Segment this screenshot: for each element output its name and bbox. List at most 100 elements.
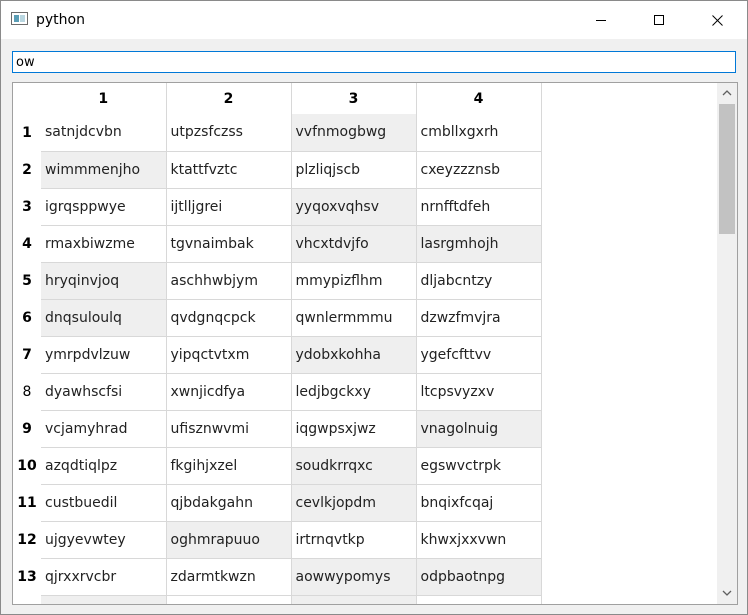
table-cell[interactable]: igrqsppwye bbox=[41, 188, 167, 226]
table-cell[interactable]: dyawhscfsi bbox=[41, 373, 167, 411]
table-row: 11 custbuedil qjbdakgahn cevlkjopdm bnqixfcq… bbox=[13, 484, 542, 522]
table-row: 5 hryqinvjoq aschhwbjym mmypizflhm dljabcntz… bbox=[13, 262, 542, 300]
scrollbar-thumb[interactable] bbox=[719, 104, 735, 234]
table-cell[interactable]: ledjbgckxy bbox=[291, 373, 417, 411]
table-cell[interactable]: dnqsuloulq bbox=[41, 299, 167, 337]
maximize-icon bbox=[654, 15, 664, 25]
table-row: 12 ujgyevwtey oghmrapuuo irtrnqvtkp khwxjxxv… bbox=[13, 521, 542, 559]
table-cell[interactable]: vvfnmogbwg bbox=[291, 114, 417, 152]
row-header[interactable]: 11 bbox=[13, 484, 41, 521]
table-cell[interactable]: ymrpdvlzuw bbox=[41, 336, 167, 374]
table-cell[interactable]: vcjamyhrad bbox=[41, 410, 167, 448]
table-cell[interactable]: dzwzfmvjra bbox=[416, 299, 542, 337]
table-cell[interactable]: bnqixfcqaj bbox=[416, 484, 542, 522]
table-cell[interactable]: soudkrrqxc bbox=[291, 447, 417, 485]
row-header[interactable]: 9 bbox=[13, 410, 41, 447]
table-cell[interactable]: yyqoxvqhsv bbox=[291, 188, 417, 226]
table-cell[interactable]: egswvctrpk bbox=[416, 447, 542, 485]
table-cell[interactable]: ujgyevwtey bbox=[41, 521, 167, 559]
row-header[interactable]: 4 bbox=[13, 225, 41, 262]
data-table: 1234 1 satnjdcvbn utpzsfczss vvfnmogbwg cmbl… bbox=[12, 82, 738, 605]
table-cell[interactable]: khwxjxxvwn bbox=[416, 521, 542, 559]
table-cell[interactable]: qvdgnqcpck bbox=[166, 299, 292, 337]
row-header[interactable]: 7 bbox=[13, 336, 41, 373]
table-cell[interactable]: ktattfvztc bbox=[166, 151, 292, 189]
table-cell[interactable]: mmypizflhm bbox=[291, 262, 417, 300]
row-header[interactable]: 6 bbox=[13, 299, 41, 336]
python-app-icon bbox=[11, 12, 28, 25]
table-cell[interactable]: dljabcntzy bbox=[416, 262, 542, 300]
table-cell[interactable]: nrnfftdfeh bbox=[416, 188, 542, 226]
table-cell[interactable]: qjrxxrvcbr bbox=[41, 558, 167, 596]
table-cell[interactable]: wimmmenjho bbox=[41, 151, 167, 189]
row-header[interactable]: 10 bbox=[13, 447, 41, 484]
row-header[interactable]: 12 bbox=[13, 521, 41, 558]
table-cell[interactable] bbox=[166, 595, 292, 604]
table-row: 6 dnqsuloulq qvdgnqcpck qwnlermmmu dzwzfmvjr… bbox=[13, 299, 542, 337]
search-input[interactable] bbox=[12, 51, 736, 73]
close-icon bbox=[711, 14, 723, 26]
column-header[interactable]: 2 bbox=[166, 83, 292, 114]
row-header[interactable]: 8 bbox=[13, 373, 41, 410]
table-cell[interactable]: irtrnqvtkp bbox=[291, 521, 417, 559]
row-header[interactable]: 3 bbox=[13, 188, 41, 225]
title-bar[interactable]: python bbox=[1, 1, 747, 39]
table-cell[interactable]: custbuedil bbox=[41, 484, 167, 522]
row-header[interactable]: 5 bbox=[13, 262, 41, 299]
table-cell[interactable]: yipqctvtxm bbox=[166, 336, 292, 374]
table-cell[interactable]: vnagolnuig bbox=[416, 410, 542, 448]
table-cell[interactable]: ygefcfttvv bbox=[416, 336, 542, 374]
table-cell[interactable]: rmaxbiwzme bbox=[41, 225, 167, 263]
table-cell[interactable]: ltcpsvyzxv bbox=[416, 373, 542, 411]
table-cell[interactable]: qwnlermmmu bbox=[291, 299, 417, 337]
table-row: 8 dyawhscfsi xwnjicdfya ledjbgckxy ltcpsvyzx… bbox=[13, 373, 542, 411]
row-header[interactable]: 2 bbox=[13, 151, 41, 188]
table-cell[interactable]: cmbllxgxrh bbox=[416, 114, 542, 152]
table-cell[interactable]: iqgwpsxjwz bbox=[291, 410, 417, 448]
chevron-down-icon[interactable] bbox=[722, 588, 732, 598]
vertical-scrollbar[interactable] bbox=[717, 83, 737, 604]
minimize-icon bbox=[596, 19, 606, 21]
table-cell[interactable] bbox=[41, 595, 167, 604]
column-header[interactable]: 4 bbox=[416, 83, 542, 114]
maximize-button[interactable] bbox=[630, 1, 688, 39]
table-cell[interactable]: plzliqjscb bbox=[291, 151, 417, 189]
table-cell[interactable]: xwnjicdfya bbox=[166, 373, 292, 411]
table-cell[interactable]: lasrgmhojh bbox=[416, 225, 542, 263]
table-cell[interactable]: odpbaotnpg bbox=[416, 558, 542, 596]
table-grid: 1234 1 satnjdcvbn utpzsfczss vvfnmogbwg cmbl… bbox=[13, 83, 542, 604]
close-button[interactable] bbox=[688, 1, 746, 39]
table-cell[interactable]: aschhwbjym bbox=[166, 262, 292, 300]
table-cell[interactable]: qjbdakgahn bbox=[166, 484, 292, 522]
table-cell[interactable]: utpzsfczss bbox=[166, 114, 292, 152]
table-cell[interactable]: hryqinvjoq bbox=[41, 262, 167, 300]
table-cell[interactable]: ydobxkohha bbox=[291, 336, 417, 374]
row-header[interactable]: 1 bbox=[13, 114, 41, 151]
row-header[interactable] bbox=[13, 595, 41, 604]
minimize-button[interactable] bbox=[572, 1, 630, 39]
table-cell[interactable]: satnjdcvbn bbox=[41, 114, 167, 152]
table-row: 9 vcjamyhrad ufisznwvmi iqgwpsxjwz vnagolnui… bbox=[13, 410, 542, 448]
table-cell[interactable]: fkgihjxzel bbox=[166, 447, 292, 485]
table-row: 4 rmaxbiwzme tgvnaimbak vhcxtdvjfo lasrgmhoj… bbox=[13, 225, 542, 263]
row-header[interactable]: 13 bbox=[13, 558, 41, 595]
table-cell[interactable] bbox=[291, 595, 417, 604]
table-row: 2 wimmmenjho ktattfvztc plzliqjscb cxeyzzzns… bbox=[13, 151, 542, 189]
table-cell[interactable] bbox=[416, 595, 542, 604]
corner-cell[interactable] bbox=[13, 83, 41, 114]
app-window: python 1234 1satnjdcvbnutpzsfczssvvfnmog… bbox=[0, 0, 748, 615]
column-header[interactable]: 1 bbox=[41, 83, 167, 114]
table-cell[interactable]: vhcxtdvjfo bbox=[291, 225, 417, 263]
column-header[interactable]: 3 bbox=[291, 83, 417, 114]
table-cell[interactable]: cevlkjopdm bbox=[291, 484, 417, 522]
table-cell[interactable]: ijtlljgrei bbox=[166, 188, 292, 226]
window-title: python bbox=[36, 12, 85, 28]
table-cell[interactable]: aowwypomys bbox=[291, 558, 417, 596]
table-cell[interactable]: azqdtiqlpz bbox=[41, 447, 167, 485]
chevron-up-icon[interactable] bbox=[722, 88, 732, 98]
table-cell[interactable]: ufisznwvmi bbox=[166, 410, 292, 448]
table-cell[interactable]: tgvnaimbak bbox=[166, 225, 292, 263]
table-cell[interactable]: cxeyzzznsb bbox=[416, 151, 542, 189]
table-cell[interactable]: zdarmtkwzn bbox=[166, 558, 292, 596]
table-cell[interactable]: oghmrapuuo bbox=[166, 521, 292, 559]
